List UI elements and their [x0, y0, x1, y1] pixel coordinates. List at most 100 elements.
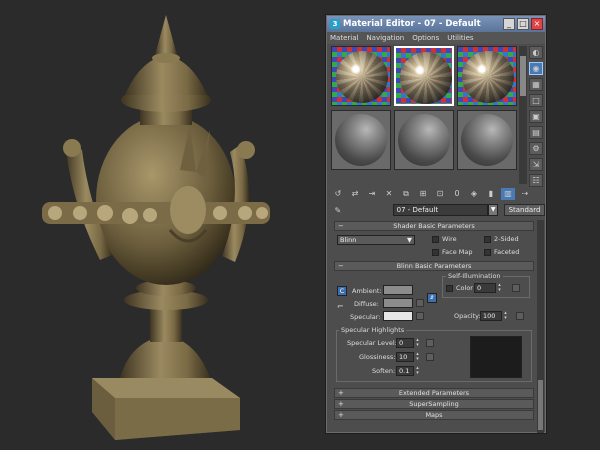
expand-icon: + [338, 400, 344, 408]
show-map-icon[interactable]: ◈ [467, 188, 481, 200]
opacity-label: Opacity: [454, 312, 481, 320]
two-sided-label: 2-Sided [494, 235, 519, 243]
lock-ambient-diffuse-button[interactable]: C [337, 286, 347, 296]
uv-tiling-icon[interactable]: □ [529, 94, 543, 107]
go-to-parent-icon[interactable]: ▥ [501, 188, 515, 200]
rollouts-scrollbar[interactable] [537, 220, 544, 433]
assign-to-selection-icon[interactable]: ⇥ [365, 188, 379, 200]
backlight-icon[interactable]: ◉ [529, 62, 543, 75]
put-to-library-icon[interactable]: ⊡ [433, 188, 447, 200]
diffuse-label: Diffuse: [354, 300, 379, 308]
faceted-label: Faceted [494, 248, 520, 256]
two-sided-checkbox[interactable]: 2-Sided [484, 235, 519, 243]
material-name-dropdown[interactable]: ▼ [488, 204, 499, 216]
checkbox-box [432, 235, 439, 243]
make-unique-icon[interactable]: ⊞ [416, 188, 430, 200]
material-name-row: ✎ 07 - Default ▼ Standard [331, 203, 545, 217]
get-material-icon[interactable]: ↺ [331, 188, 345, 200]
sample-slot-5[interactable] [394, 110, 454, 170]
lock-map-icon[interactable]: ⇵ [427, 293, 437, 303]
maximize-button[interactable]: □ [517, 18, 529, 30]
opacity-map-button[interactable] [516, 312, 524, 320]
rollout-maps[interactable]: + Maps [334, 410, 534, 420]
scrollbar-thumb[interactable] [520, 56, 526, 96]
sample-slot-6[interactable] [457, 110, 517, 170]
shader-dropdown[interactable]: Blinn ▼ [337, 235, 415, 245]
sample-type-icon[interactable]: ◐ [529, 46, 543, 59]
rollout-blinn-basic[interactable]: − Blinn Basic Parameters [334, 261, 534, 271]
spinner-arrows-icon[interactable]: ▴ ▾ [415, 338, 420, 348]
sample-slot-2[interactable] [394, 46, 454, 106]
menu-material[interactable]: Material [330, 34, 358, 42]
spinner-arrows-icon[interactable]: ▴ ▾ [497, 283, 502, 293]
options-icon[interactable]: ⚙ [529, 142, 543, 155]
material-sphere [336, 51, 388, 103]
glossiness-map-button[interactable] [426, 353, 434, 361]
material-sphere [398, 114, 450, 166]
video-check-icon[interactable]: ▣ [529, 110, 543, 123]
background-icon[interactable]: ▦ [529, 78, 543, 91]
face-map-checkbox[interactable]: Face Map [432, 248, 472, 256]
show-end-result-icon[interactable]: ▮ [484, 188, 498, 200]
faceted-checkbox[interactable]: Faceted [484, 248, 519, 256]
expand-icon: + [338, 411, 344, 419]
minimize-button[interactable]: _ [503, 18, 515, 30]
soften-value[interactable]: 0.1 [396, 366, 414, 376]
soften-label: Soften: [372, 367, 396, 375]
dropdown-arrow-icon: ▼ [407, 236, 412, 244]
material-id-icon[interactable]: 0 [450, 188, 464, 200]
rollout-title: SuperSampling [409, 400, 459, 408]
menu-utilities[interactable]: Utilities [447, 34, 473, 42]
rollout-shader-basic[interactable]: − Shader Basic Parameters [334, 221, 534, 231]
wire-checkbox[interactable]: Wire [432, 235, 457, 243]
spinner-arrows-icon[interactable]: ▴ ▾ [415, 366, 420, 376]
close-button[interactable]: × [531, 18, 543, 30]
glossiness-label: Glossiness: [359, 353, 396, 361]
material-map-navigator-icon[interactable]: ☷ [529, 174, 543, 187]
rollout-title: Extended Parameters [398, 389, 470, 397]
put-to-scene-icon[interactable]: ⇄ [348, 188, 362, 200]
material-type-button[interactable]: Standard [504, 204, 545, 216]
glossiness-value[interactable]: 10 [396, 352, 414, 362]
opacity-value[interactable]: 100 [480, 311, 502, 321]
link-icon[interactable]: ⌐ [337, 302, 344, 311]
make-preview-icon[interactable]: ▤ [529, 126, 543, 139]
sample-slot-1[interactable] [331, 46, 391, 106]
menu-bar: Material Navigation Options Utilities [327, 32, 545, 44]
scrollbar-thumb[interactable] [538, 380, 543, 430]
slots-scrollbar[interactable] [519, 46, 527, 184]
go-forward-icon[interactable]: ⇢ [518, 188, 532, 200]
material-name-field[interactable]: 07 - Default [392, 204, 489, 216]
select-by-material-icon[interactable]: ⇲ [529, 158, 543, 171]
sample-slot-3[interactable] [457, 46, 517, 106]
window-title: Material Editor - 07 - Default [343, 19, 481, 29]
app-icon: 3 [330, 19, 340, 29]
material-sphere [462, 51, 514, 103]
sample-slot-4[interactable] [331, 110, 391, 170]
menu-options[interactable]: Options [412, 34, 439, 42]
self-illum-map-button[interactable] [512, 284, 520, 292]
pick-material-icon[interactable]: ✎ [331, 206, 345, 215]
checkbox-box [484, 248, 491, 256]
rollout-extended-parameters[interactable]: + Extended Parameters [334, 388, 534, 398]
self-illum-color-checkbox[interactable]: Color [446, 284, 473, 292]
self-illum-value[interactable]: 0 [474, 283, 496, 293]
menu-navigation[interactable]: Navigation [366, 34, 404, 42]
self-illumination-label: Self-Illumination [446, 272, 503, 280]
make-copy-icon[interactable]: ⧉ [399, 188, 413, 200]
ambient-swatch[interactable] [383, 285, 413, 295]
diffuse-swatch[interactable] [383, 298, 413, 308]
specular-swatch[interactable] [383, 311, 413, 321]
reset-map-icon[interactable]: ✕ [382, 188, 396, 200]
expand-icon: + [338, 389, 344, 397]
specular-label: Specular: [350, 313, 381, 321]
title-bar[interactable]: 3 Material Editor - 07 - Default _ □ × [327, 16, 545, 32]
specular-level-map-button[interactable] [426, 339, 434, 347]
rollout-supersampling[interactable]: + SuperSampling [334, 399, 534, 409]
diffuse-map-button[interactable] [416, 299, 424, 307]
face-map-label: Face Map [442, 248, 473, 256]
specular-level-value[interactable]: 0 [396, 338, 414, 348]
specular-map-button[interactable] [416, 312, 424, 320]
spinner-arrows-icon[interactable]: ▴ ▾ [503, 311, 508, 321]
spinner-arrows-icon[interactable]: ▴ ▾ [415, 352, 420, 362]
